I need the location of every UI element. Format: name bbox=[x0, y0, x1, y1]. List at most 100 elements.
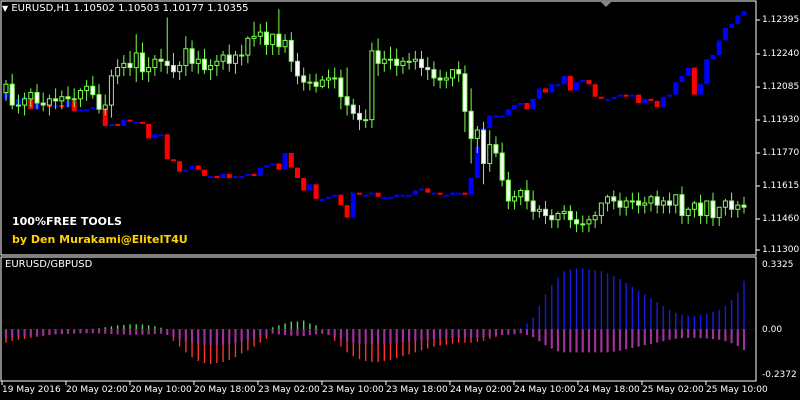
candle-body bbox=[437, 77, 443, 81]
candle-body bbox=[729, 200, 735, 210]
heiken-ashi-bar bbox=[301, 178, 307, 191]
candle-body bbox=[381, 58, 387, 64]
candle-body bbox=[642, 202, 648, 206]
indicator-axis-label: -0.2372 bbox=[762, 370, 797, 380]
candle-body bbox=[22, 98, 28, 106]
heiken-ashi-bar bbox=[524, 102, 530, 110]
symbol-name: EURUSD,H1 bbox=[11, 3, 71, 14]
candle-body bbox=[307, 81, 313, 84]
candle-body bbox=[208, 64, 214, 71]
heiken-ashi-bar bbox=[456, 192, 462, 195]
heiken-ashi-bar bbox=[691, 67, 697, 95]
price-label: 1.12240 bbox=[762, 49, 800, 59]
candle-body bbox=[301, 75, 307, 83]
candle-body bbox=[239, 54, 245, 57]
time-label: 24 May 02:00 bbox=[450, 385, 512, 395]
candle-body bbox=[121, 62, 127, 69]
heiken-ashi-bar bbox=[369, 192, 375, 195]
heiken-ashi-bar bbox=[195, 165, 201, 170]
triangle-down-icon[interactable]: ▼ bbox=[2, 4, 8, 13]
mt4-chart-window: ▼ EURUSD,H1 1.10502 1.10503 1.10177 1.10… bbox=[0, 0, 800, 400]
price-label: 1.11770 bbox=[762, 148, 800, 158]
time-label: 20 May 18:00 bbox=[194, 385, 256, 395]
candle-body bbox=[667, 200, 673, 206]
heiken-ashi-bar bbox=[555, 84, 561, 87]
heiken-ashi-bar bbox=[127, 119, 133, 122]
candle-body bbox=[586, 219, 592, 225]
candle-body bbox=[722, 200, 728, 208]
time-label: 19 May 2016 bbox=[2, 385, 61, 395]
symbol-header: ▼ EURUSD,H1 1.10502 1.10503 1.10177 1.10… bbox=[2, 3, 249, 15]
heiken-ashi-bar bbox=[307, 184, 313, 191]
candle-body bbox=[344, 96, 350, 106]
heiken-ashi-bar bbox=[139, 121, 145, 124]
candle-body bbox=[338, 77, 344, 98]
candle-body bbox=[146, 67, 152, 73]
ohlc-close: 1.10355 bbox=[207, 3, 249, 14]
heiken-ashi-bar bbox=[338, 194, 344, 206]
price-label: 1.12395 bbox=[762, 15, 800, 25]
heiken-ashi-bar bbox=[412, 190, 418, 195]
heiken-ashi-bar bbox=[115, 123, 121, 126]
candle-body bbox=[629, 200, 635, 203]
candle-body bbox=[710, 200, 716, 219]
candle-body bbox=[660, 200, 666, 206]
heiken-ashi-bar bbox=[388, 196, 394, 199]
candle-body bbox=[332, 77, 338, 80]
heiken-ashi-bar bbox=[226, 173, 232, 179]
price-label: 1.11300 bbox=[762, 245, 800, 255]
heiken-ashi-bar bbox=[580, 80, 586, 83]
heiken-ashi-bar bbox=[425, 188, 431, 193]
candle-body bbox=[741, 204, 747, 208]
candle-body bbox=[251, 35, 257, 39]
heiken-ashi-bar bbox=[716, 40, 722, 56]
heiken-ashi-bar bbox=[505, 109, 511, 116]
heiken-ashi-bar bbox=[660, 96, 666, 108]
candle-body bbox=[139, 52, 145, 73]
heiken-ashi-bar bbox=[375, 192, 381, 197]
candle-body bbox=[15, 104, 21, 107]
candle-body bbox=[189, 48, 195, 64]
candle-body bbox=[487, 144, 493, 164]
heiken-ashi-bar bbox=[183, 169, 189, 172]
candle-body bbox=[102, 104, 108, 110]
candle-body bbox=[34, 92, 40, 104]
candle-body bbox=[46, 98, 52, 106]
heiken-ashi-bar bbox=[400, 194, 406, 197]
heiken-ashi-bar bbox=[164, 134, 170, 160]
candle-body bbox=[536, 208, 542, 212]
candle-body bbox=[84, 85, 90, 91]
candle-body bbox=[319, 79, 325, 87]
heiken-ashi-bar bbox=[232, 175, 238, 179]
price-label: 1.11615 bbox=[762, 181, 800, 191]
heiken-ashi-bar bbox=[493, 115, 499, 118]
candle-body bbox=[152, 58, 158, 69]
candle-body bbox=[170, 64, 176, 73]
candle-body bbox=[499, 152, 505, 181]
heiken-ashi-bar bbox=[245, 173, 251, 176]
candle-body bbox=[3, 83, 9, 94]
candle-body bbox=[698, 202, 704, 217]
heiken-ashi-bar bbox=[406, 194, 412, 197]
candle-body bbox=[158, 58, 164, 62]
time-label: 23 May 02:00 bbox=[258, 385, 320, 395]
heiken-ashi-bar bbox=[251, 173, 257, 176]
heiken-ashi-bar bbox=[592, 84, 598, 97]
time-label: 23 May 10:00 bbox=[322, 385, 384, 395]
heiken-ashi-bar bbox=[648, 98, 654, 101]
heiken-ashi-bar bbox=[313, 184, 319, 199]
heiken-ashi-bar bbox=[220, 173, 226, 179]
candle-body bbox=[53, 98, 59, 102]
heiken-ashi-bar bbox=[325, 196, 331, 199]
time-label: 20 May 02:00 bbox=[66, 385, 128, 395]
heiken-ashi-bar bbox=[332, 194, 338, 197]
candle-body bbox=[462, 73, 468, 112]
chart-canvas[interactable] bbox=[0, 0, 800, 400]
heiken-ashi-bar bbox=[450, 192, 456, 195]
heiken-ashi-bar bbox=[133, 121, 139, 124]
time-label: 25 May 02:00 bbox=[642, 385, 704, 395]
candle-body bbox=[456, 69, 462, 75]
candle-body bbox=[388, 58, 394, 61]
heiken-ashi-bar bbox=[549, 84, 555, 93]
heiken-ashi-bar bbox=[468, 178, 474, 195]
